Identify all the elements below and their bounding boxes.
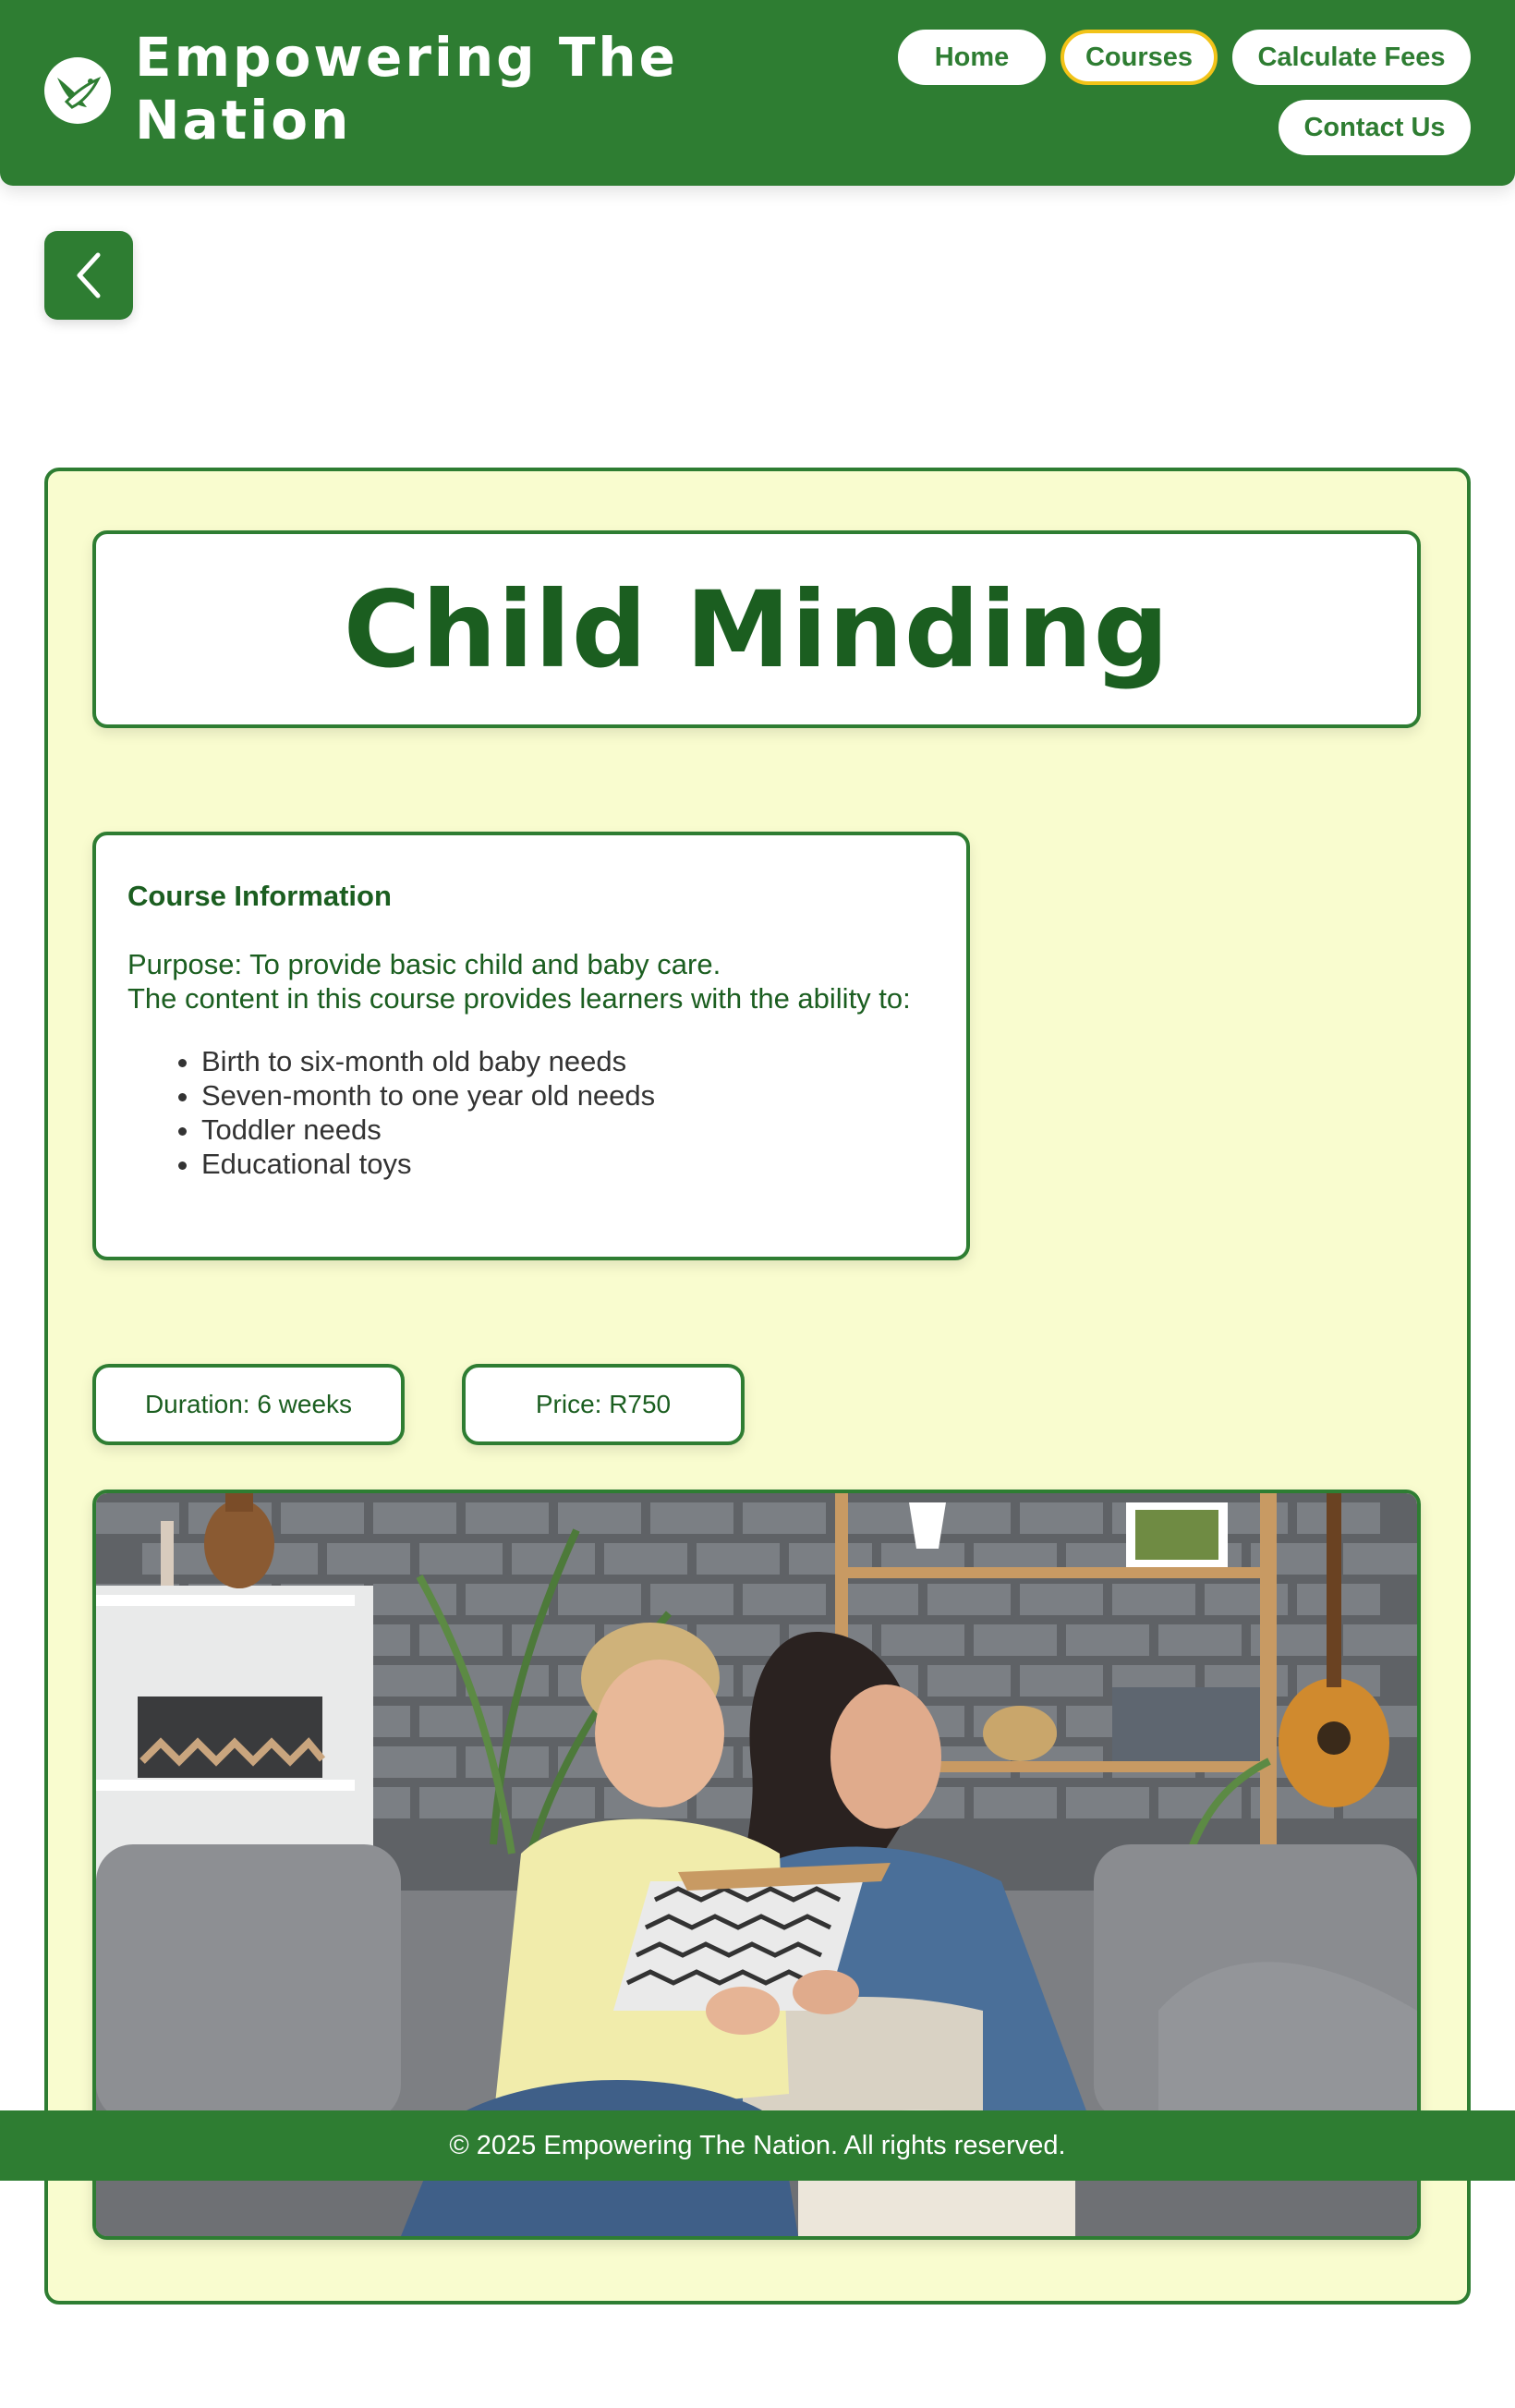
chevron-left-icon bbox=[77, 252, 101, 298]
back-button[interactable] bbox=[44, 231, 133, 320]
price-badge: Price: R750 bbox=[462, 1364, 745, 1445]
duration-badge: Duration: 6 weeks bbox=[92, 1364, 405, 1445]
list-item: Educational toys bbox=[201, 1147, 655, 1181]
list-item: Seven-month to one year old needs bbox=[201, 1078, 655, 1113]
nav-contact-button[interactable]: Contact Us bbox=[1279, 100, 1471, 155]
nav-calculate-fees-button[interactable]: Calculate Fees bbox=[1232, 30, 1471, 85]
course-title-box: Child Minding bbox=[92, 530, 1421, 728]
site-header: Empowering The Nation Home Courses Calcu… bbox=[0, 0, 1515, 186]
brand-line-1: Empowering The bbox=[135, 26, 679, 89]
bird-logo-icon[interactable] bbox=[44, 57, 111, 124]
course-info-heading: Course Information bbox=[127, 880, 392, 912]
course-purpose: Purpose: To provide basic child and baby… bbox=[127, 948, 721, 980]
list-item: Toddler needs bbox=[201, 1113, 655, 1147]
brand-line-2: Nation bbox=[135, 89, 352, 152]
footer-copyright: © 2025 Empowering The Nation. All rights… bbox=[449, 2130, 1066, 2160]
site-footer: © 2025 Empowering The Nation. All rights… bbox=[0, 2110, 1515, 2181]
nav-courses-button[interactable]: Courses bbox=[1060, 30, 1218, 85]
course-topics-list: Birth to six-month old baby needs Seven-… bbox=[164, 1044, 655, 1181]
course-title: Child Minding bbox=[343, 567, 1170, 691]
nav-home-button[interactable]: Home bbox=[898, 30, 1046, 85]
course-content-intro: The content in this course provides lear… bbox=[127, 982, 911, 1015]
list-item: Birth to six-month old baby needs bbox=[201, 1044, 655, 1078]
site-brand[interactable]: Empowering The Nation bbox=[135, 26, 708, 152]
